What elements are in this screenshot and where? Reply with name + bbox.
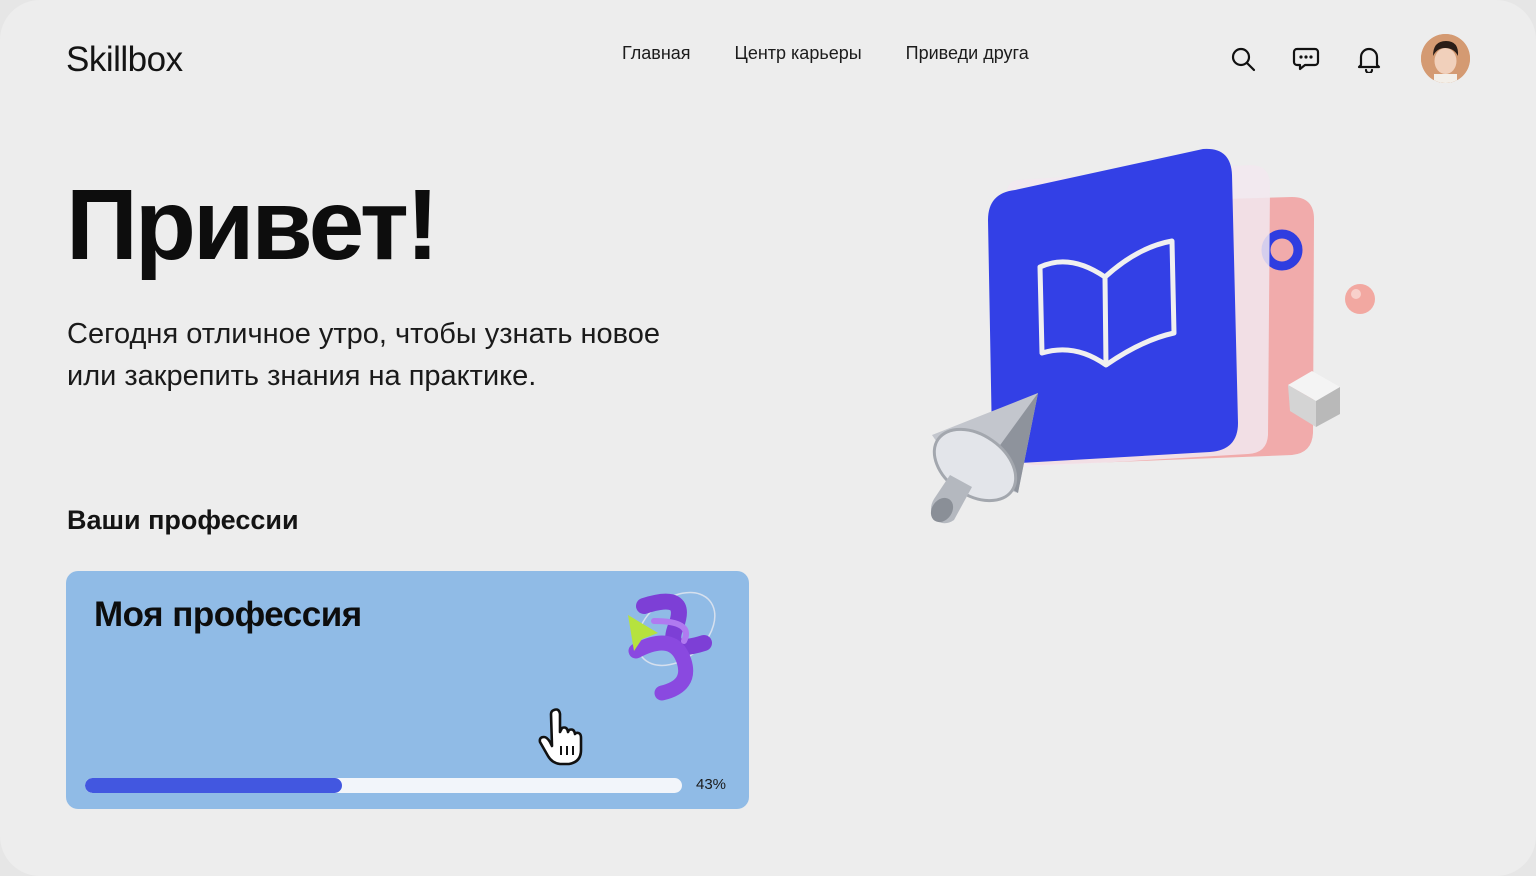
user-avatar[interactable] bbox=[1421, 34, 1470, 83]
bell-icon bbox=[1357, 47, 1381, 73]
search-button[interactable] bbox=[1224, 40, 1262, 78]
nav-item-career-center[interactable]: Центр карьеры bbox=[735, 43, 862, 64]
progress-fill bbox=[85, 778, 342, 793]
messages-button[interactable] bbox=[1287, 40, 1325, 78]
notifications-button[interactable] bbox=[1350, 40, 1388, 78]
main-nav: Главная Центр карьеры Приведи друга bbox=[622, 43, 1029, 64]
hand-cursor-icon bbox=[538, 708, 583, 766]
avatar-photo bbox=[1421, 34, 1470, 83]
search-icon bbox=[1231, 47, 1256, 72]
profession-card[interactable]: Моя профессия 43% bbox=[66, 571, 749, 809]
progress-percent-label: 43% bbox=[696, 776, 727, 793]
page: Skillbox Главная Центр карьеры Приведи д… bbox=[0, 0, 1536, 876]
profession-card-title: Моя профессия bbox=[94, 595, 362, 634]
swirl-illustration bbox=[628, 591, 716, 701]
nav-item-refer-friend[interactable]: Приведи друга bbox=[906, 43, 1029, 64]
greeting-title: Привет! bbox=[66, 169, 439, 281]
profession-progress-bar bbox=[85, 778, 682, 793]
nav-item-home[interactable]: Главная bbox=[622, 43, 691, 64]
skillbox-logo[interactable]: Skillbox bbox=[66, 40, 183, 80]
book-illustration bbox=[930, 148, 1375, 524]
chat-icon bbox=[1292, 47, 1320, 71]
greeting-subtitle: Сегодня отличное утро, чтобы узнать ново… bbox=[67, 318, 660, 392]
section-title-professions: Ваши профессии bbox=[67, 505, 299, 535]
